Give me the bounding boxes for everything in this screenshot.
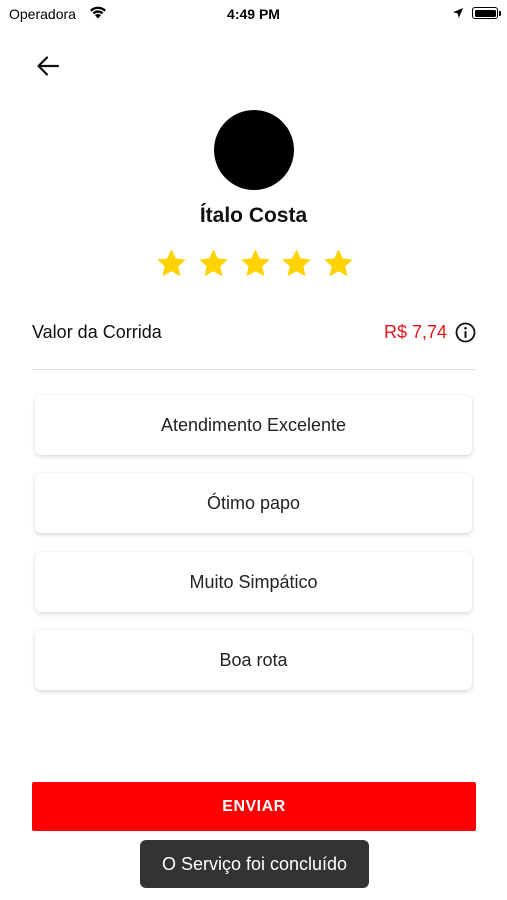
star-icon[interactable] bbox=[155, 247, 188, 280]
arrow-left-icon bbox=[37, 56, 60, 76]
battery-icon bbox=[472, 7, 498, 19]
option-otimo-papo[interactable]: Ótimo papo bbox=[35, 473, 472, 533]
back-button[interactable] bbox=[34, 52, 64, 82]
fare-value: R$ 7,74 bbox=[383, 322, 447, 342]
option-muito-simpatico[interactable]: Muito Simpático bbox=[35, 552, 472, 612]
fare-label: Valor da Corrida bbox=[32, 322, 162, 342]
star-icon[interactable] bbox=[322, 247, 355, 280]
info-icon[interactable] bbox=[455, 322, 476, 343]
option-atendimento-excelente[interactable]: Atendimento Excelente bbox=[35, 395, 472, 455]
send-button[interactable]: ENVIAR bbox=[32, 782, 476, 831]
avatar bbox=[214, 110, 294, 190]
status-bar: Operadora 4:49 PM bbox=[0, 0, 507, 28]
clock: 4:49 PM bbox=[227, 6, 280, 22]
toast-message: O Serviço foi concluído bbox=[140, 840, 369, 888]
star-rating[interactable] bbox=[155, 247, 355, 281]
star-icon[interactable] bbox=[197, 247, 230, 280]
driver-name: Ítalo Costa bbox=[199, 204, 308, 227]
location-arrow-icon bbox=[453, 8, 463, 18]
option-boa-rota[interactable]: Boa rota bbox=[35, 630, 472, 690]
battery-cap bbox=[499, 11, 501, 16]
divider bbox=[32, 369, 476, 370]
star-icon[interactable] bbox=[280, 247, 313, 280]
star-icon[interactable] bbox=[239, 247, 272, 280]
